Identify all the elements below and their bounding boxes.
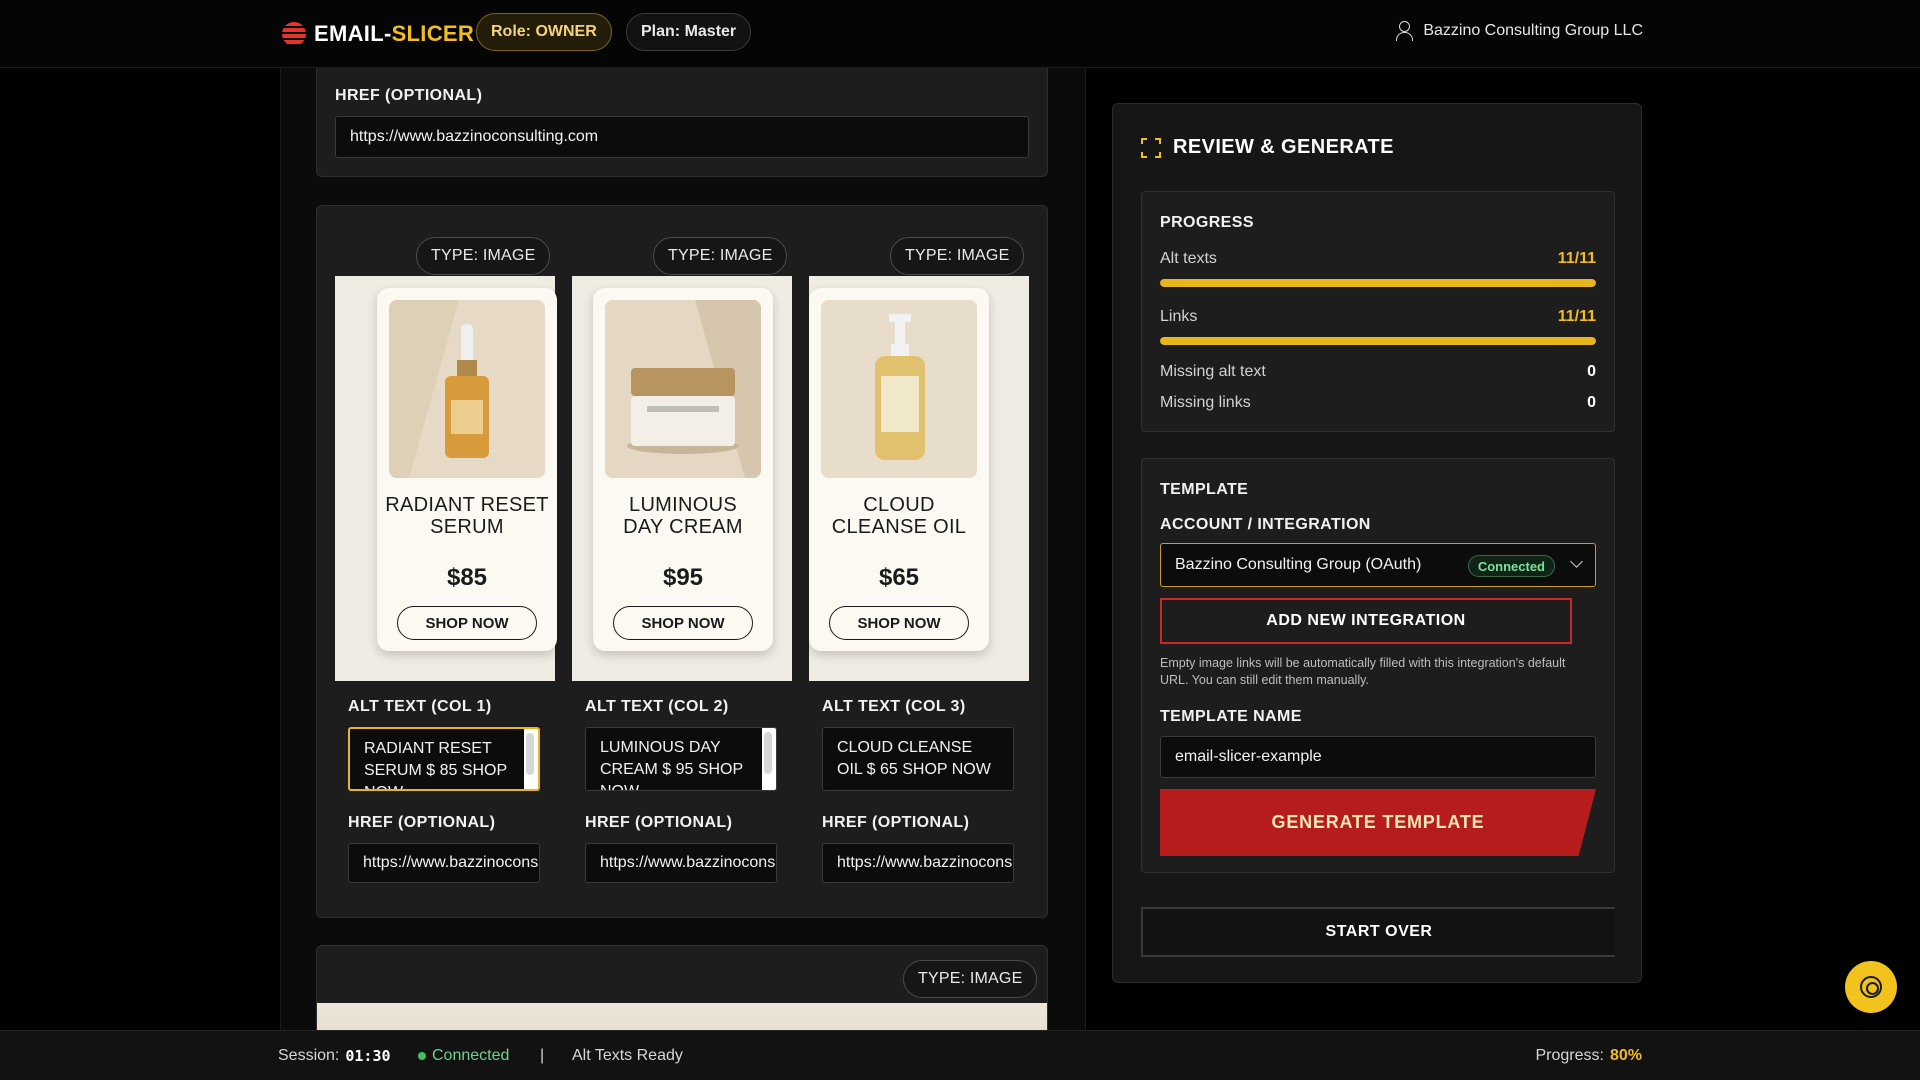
product-image-col-1: RADIANT RESET SERUM $85 SHOP NOW (335, 276, 557, 681)
account-integration-select[interactable]: Bazzino Consulting Group (OAuth) Connect… (1160, 543, 1596, 587)
shop-now-button: SHOP NOW (829, 606, 969, 640)
missing-links-row: Missing links 0 (1160, 394, 1596, 411)
user-name: Bazzino Consulting Group LLC (1423, 22, 1643, 39)
connection-status: Connected (418, 1047, 509, 1065)
type-chip: TYPE: IMAGE (903, 960, 1038, 998)
session-timer: Session: 01:30 (278, 1047, 391, 1065)
product-image-col-2: LUMINOUS DAY CREAM $95 SHOP NOW (572, 276, 792, 681)
product-price: $85 (446, 564, 488, 591)
product-price: $95 (662, 564, 704, 591)
alt-text-label-col-1: ALT TEXT (COL 1) (348, 698, 492, 715)
product-card: LUMINOUS DAY CREAM $95 SHOP NOW (593, 288, 773, 651)
template-name-label: TEMPLATE NAME (1160, 708, 1302, 725)
product-title: CLOUD CLEANSE OIL (831, 494, 967, 538)
overall-progress: Progress: 80% (1535, 1047, 1643, 1064)
alt-text-label-col-3: ALT TEXT (COL 3) (822, 698, 966, 715)
chevron-down-icon (1570, 555, 1583, 568)
alt-texts-progress-bar (1160, 279, 1596, 287)
review-panel: REVIEW & GENERATE PROGRESS Alt texts 11/… (1112, 103, 1642, 983)
scrollbar[interactable] (762, 728, 776, 790)
user-icon (1395, 21, 1414, 41)
app-logo[interactable]: EMAIL-SLICER (282, 19, 474, 49)
scrollbar[interactable] (524, 729, 538, 789)
product-title: RADIANT RESET SERUM (385, 494, 549, 538)
links-progress-bar (1160, 337, 1596, 345)
serum-bottle-photo (389, 300, 545, 478)
status-dot-icon (418, 1052, 426, 1060)
progress-card: PROGRESS Alt texts 11/11 Links 11/11 Mis… (1141, 191, 1615, 432)
product-card: CLOUD CLEANSE OIL $65 SHOP NOW (809, 288, 989, 651)
status-text: Alt Texts Ready (572, 1047, 683, 1064)
image-row-card: TYPE: IMAGE TYPE: IMAGE TYPE: IMAGE RADI… (316, 205, 1048, 918)
href-input-col-2[interactable]: https://www.bazzinoconsulting.com (585, 843, 777, 883)
alt-texts-progress-fill (1160, 279, 1596, 287)
pump-bottle-icon (821, 300, 977, 478)
href-input[interactable]: https://www.bazzinoconsulting.com (335, 116, 1029, 158)
type-chip-col-2: TYPE: IMAGE (653, 237, 788, 275)
cream-jar-icon (605, 300, 761, 478)
alt-texts-count: 11/11 (1557, 250, 1596, 267)
product-card: RADIANT RESET SERUM $85 SHOP NOW (377, 288, 557, 651)
shop-now-button: SHOP NOW (397, 606, 537, 640)
alt-texts-row: Alt texts 11/11 (1160, 250, 1596, 267)
alt-text-label-col-2: ALT TEXT (COL 2) (585, 698, 729, 715)
href-label: HREF (OPTIONAL) (335, 87, 483, 104)
template-card: TEMPLATE ACCOUNT / INTEGRATION Bazzino C… (1141, 458, 1615, 873)
href-input-col-3[interactable]: https://www.bazzinoconsulting.com (822, 843, 1014, 883)
shop-now-button: SHOP NOW (613, 606, 753, 640)
template-label: TEMPLATE (1160, 481, 1249, 498)
top-href-card: HREF (OPTIONAL) https://www.bazzinoconsu… (316, 68, 1048, 177)
product-price: $65 (878, 564, 920, 591)
serum-bottle-icon (389, 300, 545, 478)
user-menu[interactable]: Bazzino Consulting Group LLC (1395, 21, 1643, 41)
logo-mark-icon (282, 22, 306, 46)
top-bar: EMAIL-SLICER Role: OWNER Plan: Master Ba… (0, 0, 1920, 68)
role-badge: Role: OWNER (476, 13, 612, 51)
type-chip-col-1: TYPE: IMAGE (416, 237, 551, 275)
template-name-input[interactable]: email-slicer-example (1160, 736, 1596, 778)
href-label-col-1: HREF (OPTIONAL) (348, 814, 496, 831)
connected-badge: Connected (1467, 555, 1555, 577)
cream-jar-photo (605, 300, 761, 478)
alt-text-input-col-2[interactable]: LUMINOUS DAY CREAM $ 95 SHOP NOW (585, 727, 777, 791)
logo-text: EMAIL-SLICER (314, 21, 475, 46)
links-count: 11/11 (1557, 308, 1596, 325)
help-button[interactable] (1845, 961, 1897, 1013)
href-label-col-3: HREF (OPTIONAL) (822, 814, 970, 831)
product-image-col-3: CLOUD CLEANSE OIL $65 SHOP NOW (809, 276, 1029, 681)
links-progress-fill (1160, 337, 1596, 345)
href-label-col-2: HREF (OPTIONAL) (585, 814, 733, 831)
start-over-button[interactable]: START OVER (1141, 907, 1615, 957)
status-bar: Session: 01:30 Connected | Alt Texts Rea… (0, 1030, 1920, 1080)
alt-text-input-col-3[interactable]: CLOUD CLEANSE OIL $ 65 SHOP NOW (822, 727, 1014, 791)
add-new-integration-button[interactable]: ADD NEW INTEGRATION (1160, 598, 1572, 644)
account-integration-label: ACCOUNT / INTEGRATION (1160, 516, 1371, 533)
links-row: Links 11/11 (1160, 308, 1596, 325)
missing-alt-row: Missing alt text 0 (1160, 363, 1596, 380)
type-chip-col-3: TYPE: IMAGE (890, 237, 1025, 275)
generate-template-button[interactable]: GENERATE TEMPLATE (1160, 789, 1596, 856)
cleanser-bottle-photo (821, 300, 977, 478)
alt-text-input-col-1[interactable]: RADIANT RESET SERUM $ 85 SHOP NOW (348, 727, 540, 791)
panel-title: REVIEW & GENERATE (1141, 136, 1394, 159)
product-title: LUMINOUS DAY CREAM (623, 494, 743, 538)
integration-hint: Empty image links will be automatically … (1160, 656, 1566, 687)
focus-frame-icon (1141, 137, 1161, 158)
progress-label: PROGRESS (1160, 214, 1254, 231)
href-input-col-1[interactable]: https://www.bazzinoconsulting.com (348, 843, 540, 883)
lifebuoy-icon (1860, 976, 1882, 998)
status-separator: | (540, 1047, 545, 1064)
plan-badge: Plan: Master (626, 13, 752, 51)
